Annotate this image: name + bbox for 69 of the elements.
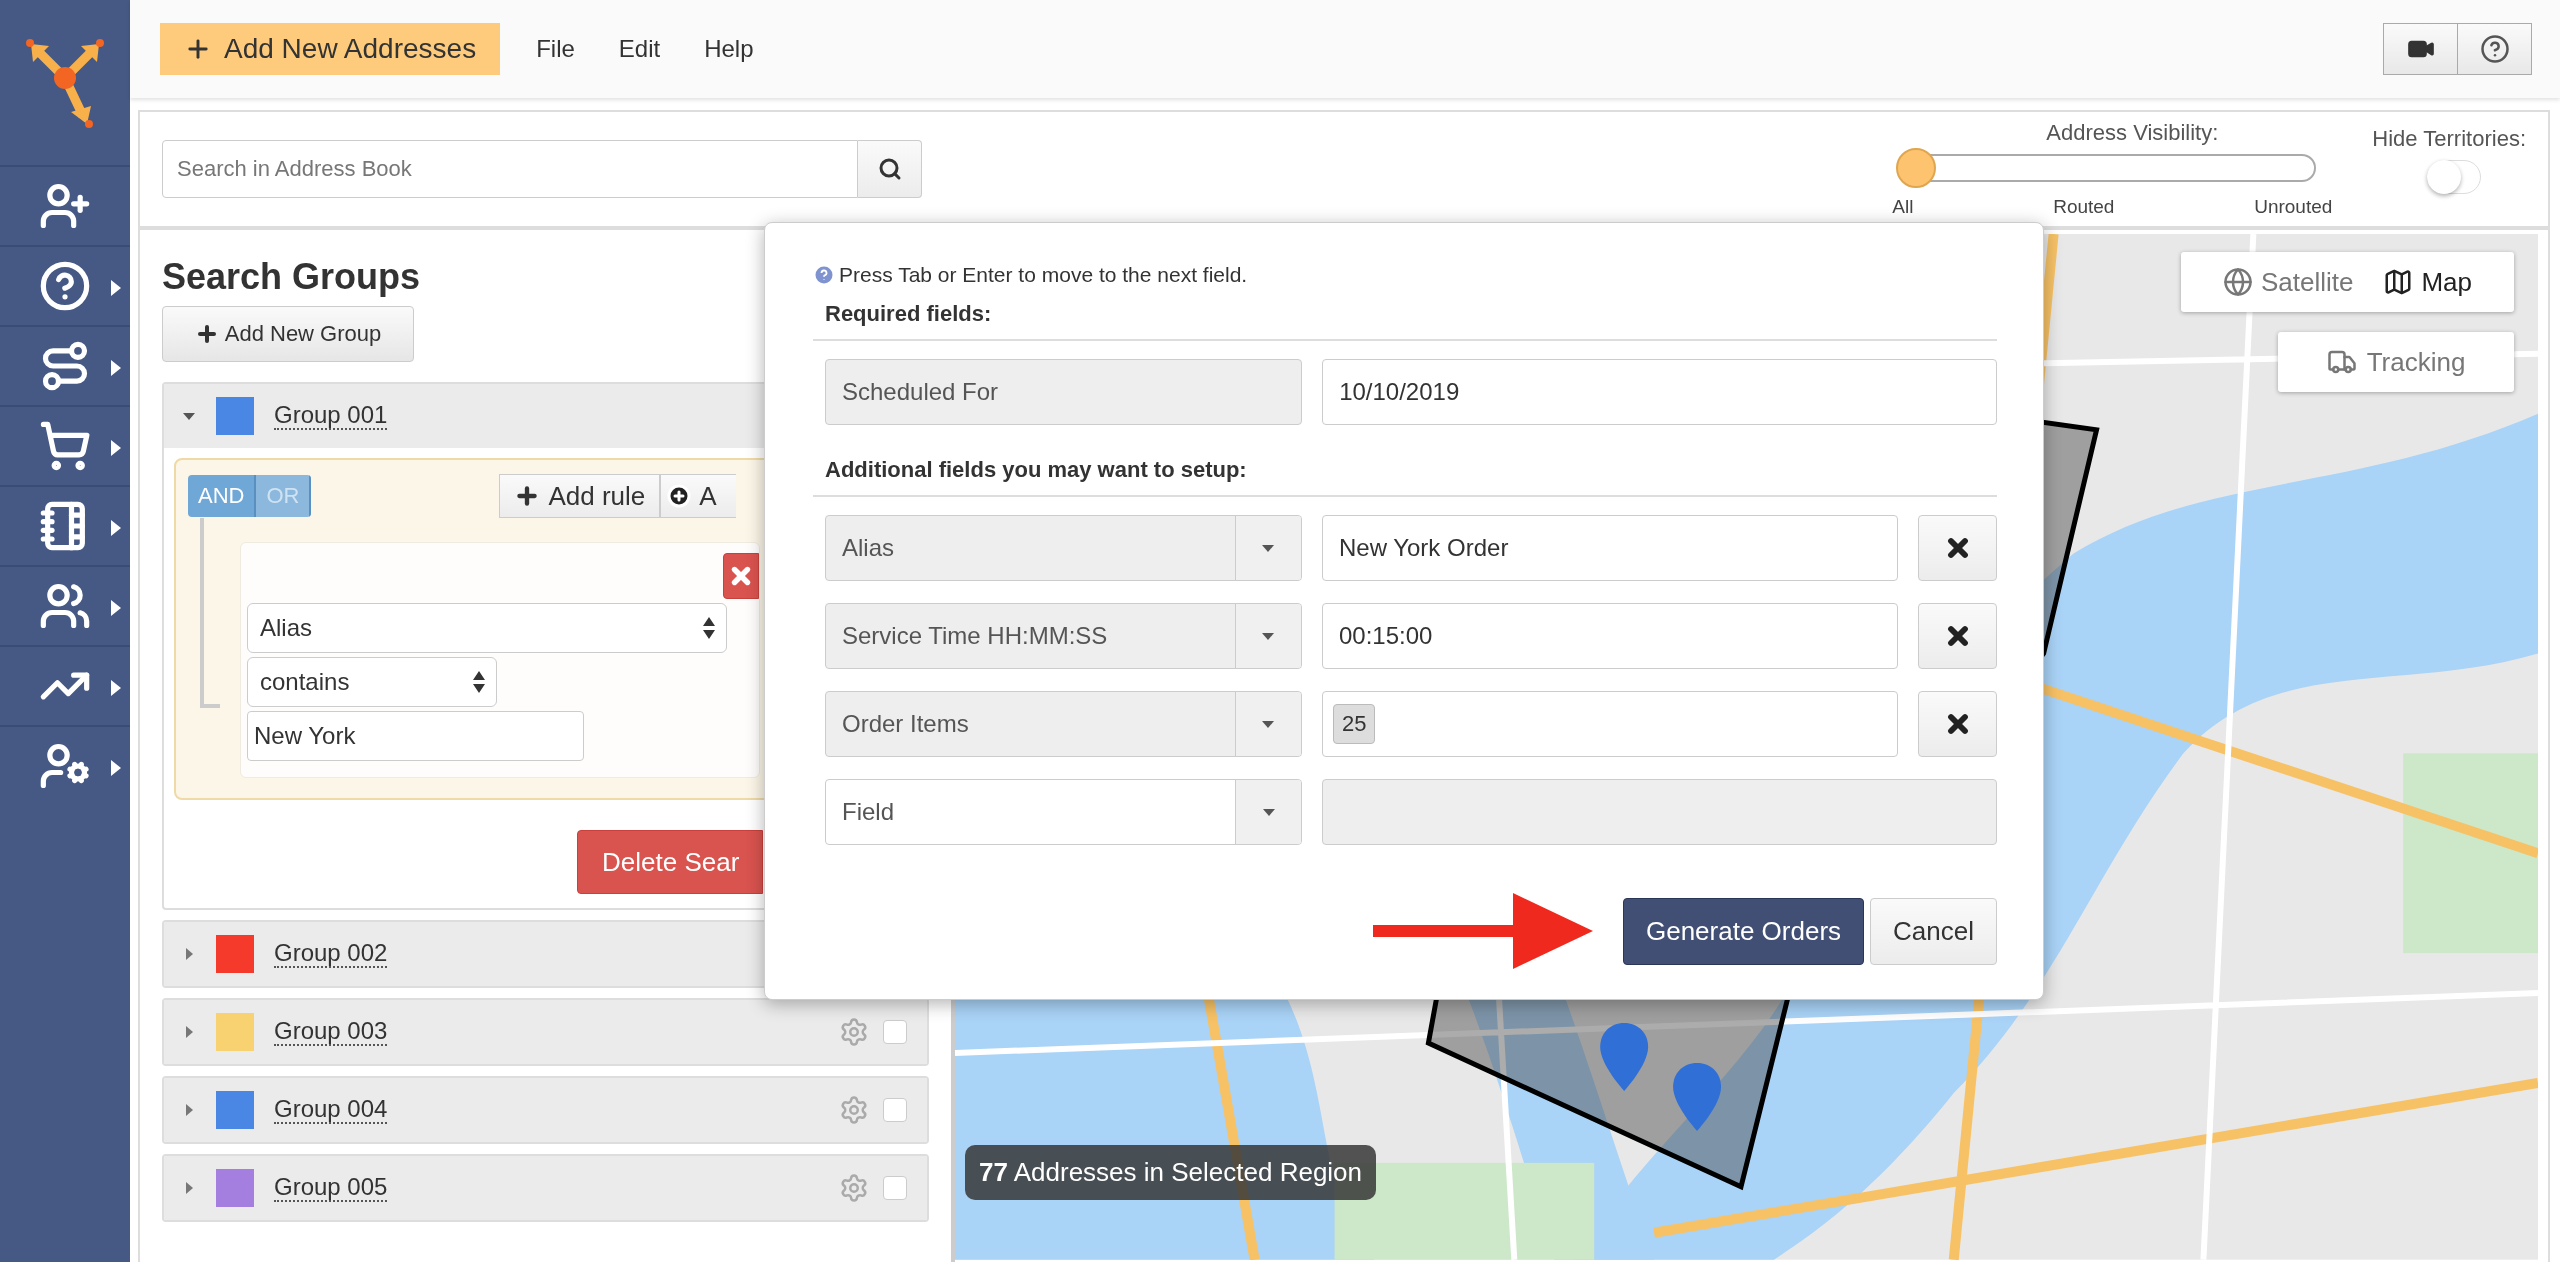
add-group-button[interactable]: A <box>660 474 737 518</box>
sort-icon <box>472 670 486 694</box>
section-title: Required fields: <box>813 287 1997 341</box>
cart-icon <box>39 420 91 472</box>
visibility-label: Address Visibility: <box>2045 120 2220 146</box>
map-type-option[interactable]: Map <box>2383 266 2473 298</box>
group-name[interactable]: Group 001 <box>274 401 388 431</box>
search-icon <box>877 157 902 181</box>
remove-field-button[interactable] <box>1918 515 1997 581</box>
field-label: Scheduled For <box>825 359 1303 425</box>
menu-item[interactable]: File <box>536 35 575 63</box>
help-icon <box>2479 34 2510 64</box>
menu-item[interactable]: Edit <box>618 35 661 63</box>
map-icon <box>2383 267 2414 297</box>
remove-field-button[interactable] <box>1918 691 1997 757</box>
slider-stop-label: Unrouted <box>2254 196 2333 218</box>
add-rule-button[interactable]: Add rule <box>499 474 661 518</box>
add-addresses-button[interactable]: Add New Addresses <box>160 23 501 75</box>
info-icon <box>815 266 833 284</box>
remove-field-button[interactable] <box>1918 603 1997 669</box>
help-icon <box>39 260 91 312</box>
field-select[interactable]: Alias <box>247 603 727 653</box>
tracking-button[interactable]: Tracking <box>2278 332 2514 392</box>
hint-text: Press Tab or Enter to move to the next field. <box>839 263 1248 287</box>
globe-icon <box>2222 267 2253 297</box>
visibility-slider[interactable] <box>1896 148 2317 188</box>
sort-icon <box>702 616 716 640</box>
field-select[interactable]: Service Time HH:MM:SS <box>825 603 1302 669</box>
slider-thumb[interactable] <box>1896 148 1937 188</box>
group-name[interactable]: Group 003 <box>274 1017 388 1047</box>
slider-stop-label: All <box>1892 196 1914 218</box>
field-select[interactable]: Field <box>825 779 1303 845</box>
group-header[interactable]: Group 003 <box>164 1000 927 1064</box>
value-field[interactable]: New York Order <box>1321 515 1899 581</box>
hide-territories-toggle[interactable] <box>2427 160 2482 194</box>
group-checkbox[interactable] <box>883 1176 907 1200</box>
search-groups-title: Search Groups <box>162 256 421 298</box>
value-input[interactable]: New York <box>247 711 584 761</box>
group-checkbox[interactable] <box>883 1020 907 1044</box>
map-type-option[interactable]: Satellite <box>2222 266 2354 298</box>
value-field[interactable]: 00:15:00 <box>1321 603 1899 669</box>
tag: 25 <box>1332 704 1376 744</box>
section-title: Additional fields you may want to setup: <box>813 443 1997 497</box>
hide-territories-label: Hide Territories: <box>2372 126 2526 152</box>
menu-item[interactable]: Help <box>704 35 754 63</box>
slider-stop-label: Routed <box>2053 196 2115 218</box>
date-field[interactable]: 10/10/2019 <box>1322 359 1997 425</box>
add-group-button[interactable]: Add New Group <box>162 306 414 362</box>
group-header[interactable]: Group 005 <box>164 1156 927 1220</box>
field-select[interactable]: Alias <box>825 515 1302 581</box>
search-field[interactable]: Search in Address Book <box>162 140 858 198</box>
delete-search-button[interactable]: Delete Sear <box>577 830 763 894</box>
help-button[interactable] <box>2457 23 2532 75</box>
search-button[interactable] <box>858 140 922 198</box>
group-name[interactable]: Group 002 <box>274 939 388 969</box>
group-name[interactable]: Group 005 <box>274 1173 388 1203</box>
group-header[interactable]: Group 004 <box>164 1078 927 1142</box>
group-checkbox[interactable] <box>883 1098 907 1122</box>
operator-select[interactable]: contains <box>247 657 497 707</box>
logo-icon <box>25 37 105 128</box>
group-name[interactable]: Group 004 <box>274 1095 388 1125</box>
selection-count-label: 77 Addresses in Selected Region <box>965 1144 1377 1200</box>
generate-button[interactable]: Generate Orders <box>1622 897 1865 965</box>
tag-field[interactable]: 25 <box>1321 691 1899 757</box>
remove-rule-button[interactable] <box>723 553 759 599</box>
plus-circle-icon <box>667 484 692 508</box>
cancel-button[interactable]: Cancel <box>1870 897 1997 965</box>
field-select[interactable]: Order Items <box>825 691 1302 757</box>
video-button[interactable] <box>2383 23 2458 75</box>
